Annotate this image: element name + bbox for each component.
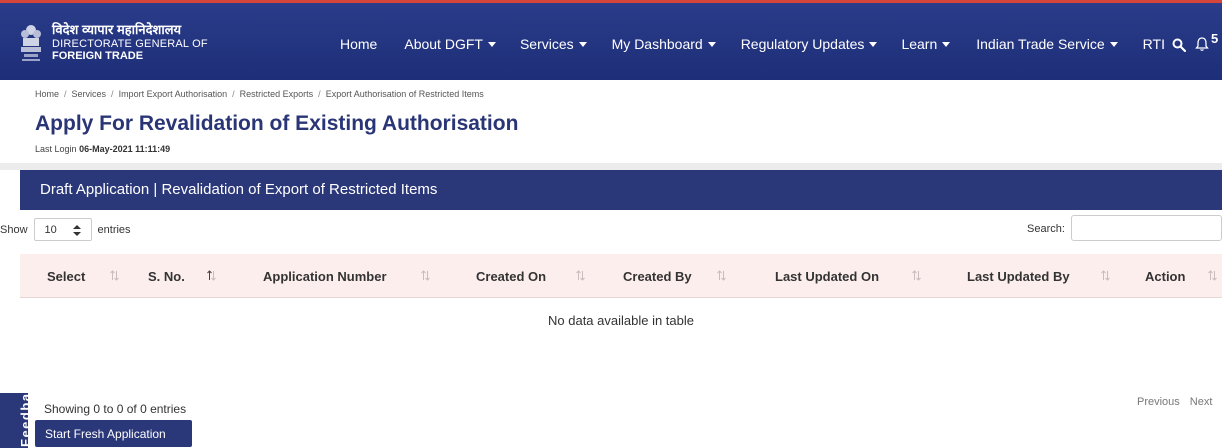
table-info: Showing 0 to 0 of 0 entries — [44, 402, 187, 416]
breadcrumb-restricted-exports[interactable]: Restricted Exports — [240, 89, 314, 99]
main-nav: Home About DGFT Services My Dashboard Re… — [340, 36, 1165, 52]
nav-services-label: Services — [519, 36, 574, 52]
breadcrumb-separator: / — [232, 89, 235, 99]
chevron-down-icon — [487, 41, 496, 47]
nav-regulatory-updates[interactable]: Regulatory Updates — [741, 36, 878, 52]
chevron-down-icon — [1109, 41, 1118, 47]
select-updown-icon — [72, 225, 81, 236]
column-header-last-updated-on[interactable]: Last Updated On — [775, 269, 879, 284]
table-header-row: Select S. No. Application Number Created… — [20, 254, 1222, 298]
brand-text: विदेश व्यापार महानिदेशालय DIRECTORATE GE… — [52, 21, 208, 63]
nav-home[interactable]: Home — [340, 36, 377, 52]
start-fresh-application-label: Start Fresh Application — [45, 427, 166, 441]
nav-rti[interactable]: RTI — [1143, 36, 1165, 52]
nav-my-dashboard[interactable]: My Dashboard — [612, 36, 716, 52]
column-header-created-on[interactable]: Created On — [476, 269, 546, 284]
national-emblem-icon — [21, 25, 41, 61]
brand-english-line2: FOREIGN TRADE — [52, 50, 144, 63]
sort-icon[interactable] — [1101, 270, 1110, 281]
entries-label: entries — [97, 223, 131, 236]
feedback-tab[interactable]: Feedback — [0, 393, 28, 448]
nav-indian-trade-service[interactable]: Indian Trade Service — [976, 36, 1118, 52]
column-header-last-updated-by[interactable]: Last Updated By — [967, 269, 1070, 284]
sort-icon[interactable] — [421, 270, 430, 281]
sort-icon[interactable] — [1208, 270, 1217, 281]
chevron-down-icon — [869, 41, 878, 47]
breadcrumb: Home / Services / Import Export Authoris… — [35, 89, 484, 99]
brand-english-line1: DIRECTORATE GENERAL OF — [52, 37, 208, 50]
sort-icon[interactable] — [717, 270, 726, 281]
page-title: Apply For Revalidation of Existing Autho… — [35, 112, 519, 135]
column-header-s-no[interactable]: S. No. — [148, 269, 185, 284]
pagination-next[interactable]: Next — [1190, 396, 1213, 408]
brand-logo[interactable]: विदेश व्यापार महानिदेशालय DIRECTORATE GE… — [18, 13, 208, 73]
entries-select-value: 10 — [44, 224, 57, 236]
breadcrumb-current-page: Export Authorisation of Restricted Items — [325, 89, 484, 99]
table-empty-message: No data available in table — [548, 313, 694, 328]
table-search-label: Search: — [1027, 223, 1065, 235]
nav-indian-trade-service-label: Indian Trade Service — [976, 36, 1105, 52]
column-header-application-number[interactable]: Application Number — [263, 269, 387, 284]
sort-ascending-icon[interactable] — [207, 270, 216, 281]
chevron-down-icon — [942, 41, 951, 47]
card-header: Draft Application | Revalidation of Expo… — [20, 170, 1222, 210]
breadcrumb-separator: / — [318, 89, 321, 99]
last-login: Last Login 06-May-2021 11:11:49 — [35, 144, 170, 154]
column-header-action[interactable]: Action — [1145, 269, 1185, 284]
nav-learn-label: Learn — [901, 36, 938, 52]
pagination-previous[interactable]: Previous — [1137, 396, 1180, 408]
sort-icon[interactable] — [912, 270, 921, 281]
section-divider — [0, 163, 1222, 170]
last-login-value: 06-May-2021 11:11:49 — [79, 144, 171, 154]
top-navbar: विदेश व्यापार महानिदेशालय DIRECTORATE GE… — [0, 0, 1222, 80]
entries-length-control: Show 10 entries — [0, 218, 131, 241]
nav-services[interactable]: Services — [520, 36, 587, 52]
feedback-label: Feedback — [18, 393, 28, 447]
breadcrumb-separator: / — [64, 89, 67, 99]
show-label: Show — [0, 223, 28, 236]
notification-count-badge: 5 — [1211, 31, 1219, 46]
table-search-input[interactable] — [1071, 215, 1222, 241]
nav-rti-label: RTI — [1142, 36, 1165, 52]
pagination: Previous Next — [1137, 396, 1212, 408]
breadcrumb-separator: / — [111, 89, 114, 99]
column-header-select[interactable]: Select — [47, 269, 85, 284]
nav-home-label: Home — [340, 36, 378, 52]
brand-hindi-name: विदेश व्यापार महानिदेशालय — [52, 21, 182, 37]
search-icon[interactable] — [1172, 38, 1186, 52]
last-login-label: Last Login — [35, 144, 77, 154]
breadcrumb-home[interactable]: Home — [35, 89, 59, 99]
bell-icon[interactable] — [1194, 36, 1210, 52]
nav-regulatory-updates-label: Regulatory Updates — [740, 36, 865, 52]
start-fresh-application-button[interactable]: Start Fresh Application — [35, 420, 192, 447]
nav-about-dgft-label: About DGFT — [404, 36, 483, 52]
sort-icon[interactable] — [110, 270, 119, 281]
column-header-created-by[interactable]: Created By — [623, 269, 692, 284]
nav-my-dashboard-label: My Dashboard — [611, 36, 703, 52]
card-title: Draft Application | Revalidation of Expo… — [40, 181, 438, 198]
breadcrumb-services[interactable]: Services — [72, 89, 107, 99]
chevron-down-icon — [578, 41, 587, 47]
entries-select[interactable]: 10 — [33, 218, 92, 241]
chevron-down-icon — [707, 41, 716, 47]
breadcrumb-import-export-authorisation[interactable]: Import Export Authorisation — [119, 89, 228, 99]
sort-icon[interactable] — [576, 270, 585, 281]
nav-about-dgft[interactable]: About DGFT — [404, 36, 496, 52]
nav-learn[interactable]: Learn — [901, 36, 951, 52]
